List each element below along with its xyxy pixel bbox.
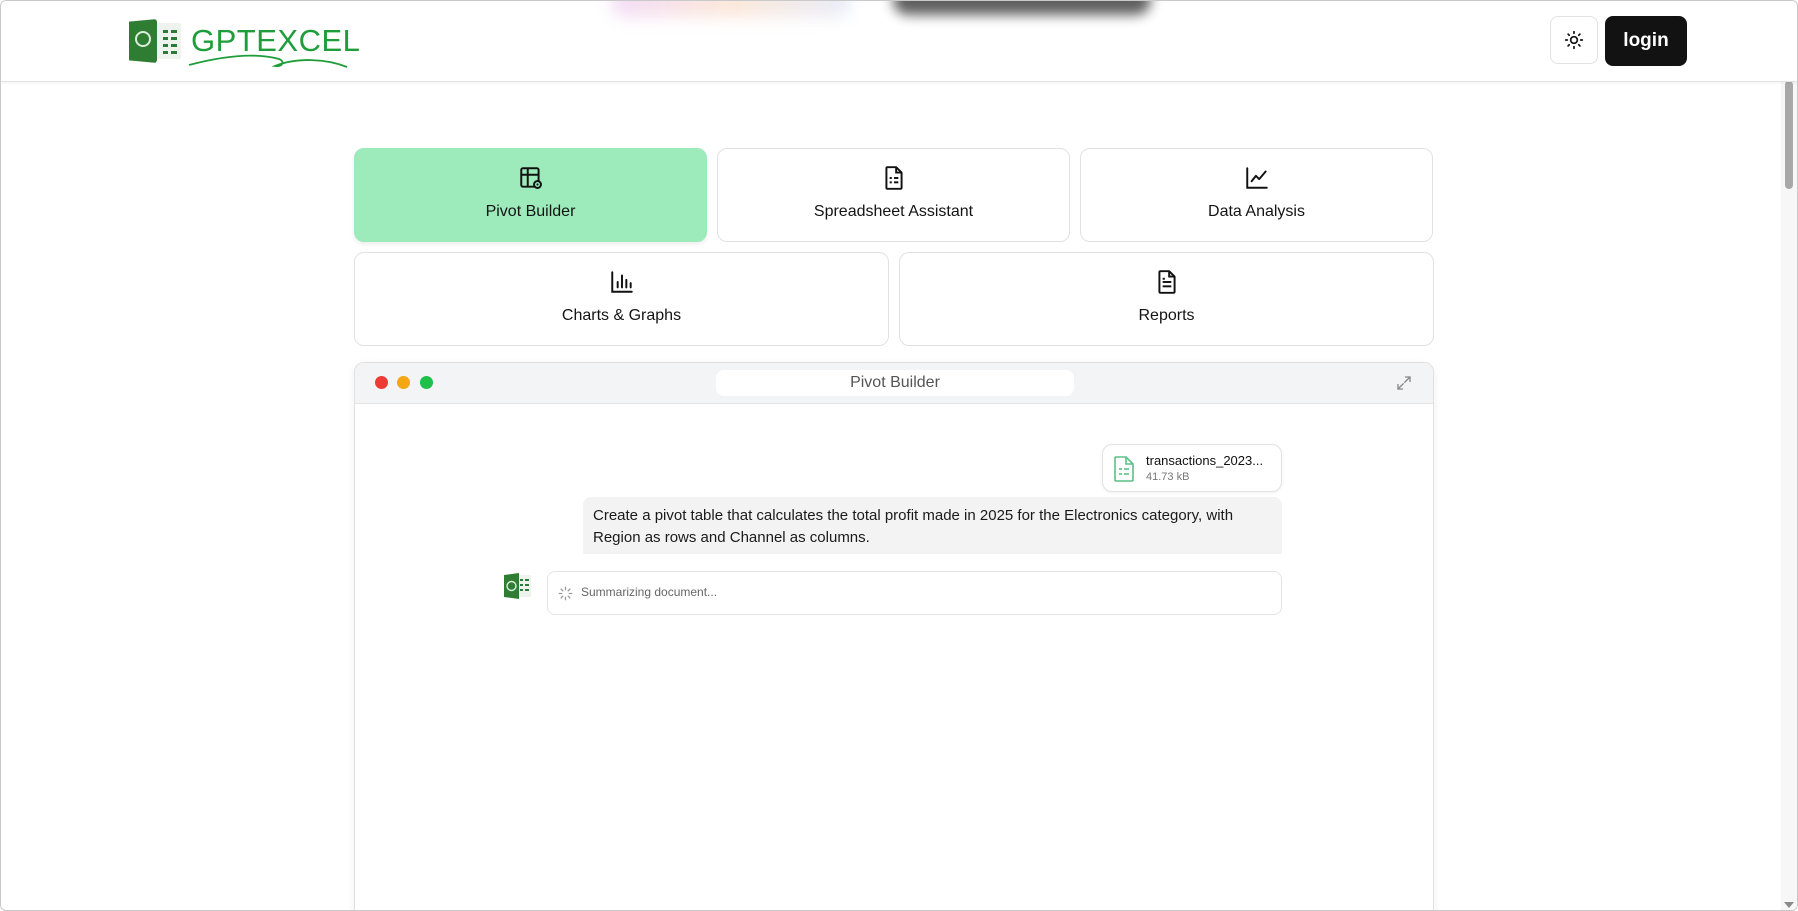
- line-chart-icon: [1245, 167, 1268, 189]
- pivot-builder-window: Pivot Builder transactions_2023... 41.73…: [354, 362, 1434, 910]
- decorative-blur-dark: [893, 1, 1151, 15]
- tab-data-analysis[interactable]: Data Analysis: [1080, 148, 1433, 242]
- tab-label: Charts & Graphs: [561, 307, 682, 324]
- minimize-dot-icon: [397, 376, 410, 389]
- tab-charts-graphs[interactable]: Charts & Graphs: [354, 252, 889, 346]
- tab-label: Reports: [1138, 307, 1195, 324]
- excel-logo-icon: [129, 17, 183, 65]
- scroll-down-arrow-icon[interactable]: [1784, 902, 1794, 908]
- top-header: GPTEXCEL login: [1, 1, 1797, 82]
- loading-spinner-icon: [558, 586, 573, 601]
- document-icon: [1157, 270, 1176, 294]
- sheet-file-icon: [884, 166, 903, 190]
- window-title: Pivot Builder: [716, 370, 1074, 396]
- scroll-thumb[interactable]: [1785, 81, 1793, 189]
- tab-label: Pivot Builder: [485, 203, 576, 220]
- spreadsheet-file-icon: [1114, 456, 1134, 482]
- decorative-blur: [611, 1, 851, 17]
- status-text: Summarizing document...: [581, 585, 718, 599]
- tab-pivot-builder[interactable]: Pivot Builder: [354, 148, 707, 242]
- tab-label: Spreadsheet Assistant: [813, 203, 974, 220]
- app-page: GPTEXCEL login Pivot Builder Spreadsheet…: [0, 0, 1798, 911]
- login-button[interactable]: login: [1605, 16, 1687, 66]
- tab-label: Data Analysis: [1208, 203, 1305, 220]
- attached-file-chip[interactable]: transactions_2023... 41.73 kB: [1102, 444, 1282, 492]
- file-name: transactions_2023...: [1146, 453, 1264, 468]
- expand-icon[interactable]: [1395, 374, 1413, 392]
- logo[interactable]: GPTEXCEL: [129, 15, 360, 68]
- window-titlebar: Pivot Builder: [355, 363, 1433, 404]
- bar-chart-icon: [610, 271, 633, 293]
- theme-toggle-button[interactable]: [1550, 16, 1598, 64]
- sun-icon: [1564, 30, 1584, 50]
- bot-avatar-icon: [503, 571, 533, 601]
- close-dot-icon: [375, 376, 388, 389]
- bot-status-message: Summarizing document...: [547, 571, 1282, 615]
- tab-spreadsheet-assistant[interactable]: Spreadsheet Assistant: [717, 148, 1070, 242]
- file-size: 41.73 kB: [1146, 471, 1190, 483]
- pivot-table-icon: [519, 167, 542, 189]
- tab-reports[interactable]: Reports: [899, 252, 1434, 346]
- logo-swoosh-icon: [188, 54, 348, 68]
- maximize-dot-icon: [420, 376, 433, 389]
- user-message: Create a pivot table that calculates the…: [583, 497, 1282, 554]
- page-scrollbar[interactable]: [1781, 81, 1797, 910]
